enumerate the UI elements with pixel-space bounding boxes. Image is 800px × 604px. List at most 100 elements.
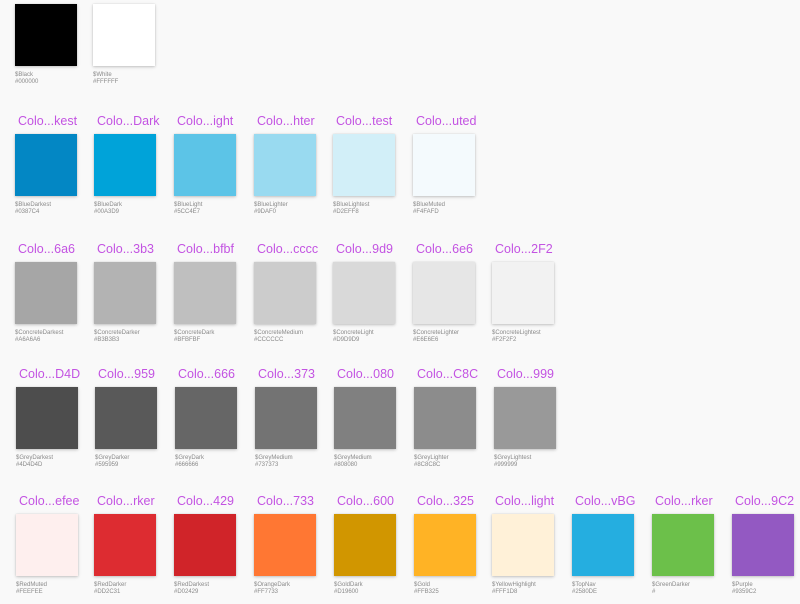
color-swatch-item[interactable]: Colo...Dark $BlueDark #00A3D9 <box>94 114 174 224</box>
color-swatch[interactable] <box>413 134 475 196</box>
frame-label[interactable]: Colo...bfbf <box>177 242 234 256</box>
color-swatch[interactable] <box>95 387 157 449</box>
color-swatch[interactable] <box>732 514 794 576</box>
frame-label[interactable]: Colo...666 <box>178 367 235 381</box>
color-swatch-item[interactable]: Colo...373 $GreyMedium #737373 <box>255 367 335 477</box>
frame-label[interactable]: Colo...hter <box>257 114 315 128</box>
frame-label[interactable]: Colo...2F2 <box>495 242 553 256</box>
frame-label[interactable]: Colo...3b3 <box>97 242 154 256</box>
color-swatch-item[interactable]: Colo...080 $GreyMedium #808080 <box>334 367 414 477</box>
swatch-hex-code: #737373 <box>255 462 279 468</box>
color-swatch[interactable] <box>174 262 236 324</box>
frame-label[interactable]: Colo...cccc <box>257 242 318 256</box>
color-swatch-item[interactable]: Colo...325 $Gold #FFB325 <box>414 494 494 604</box>
color-swatch[interactable] <box>94 262 156 324</box>
color-swatch[interactable] <box>94 514 156 576</box>
frame-label[interactable]: Colo...9C2 <box>735 494 794 508</box>
color-swatch-item[interactable]: Colo...rker $GreenDarker # <box>652 494 732 604</box>
color-swatch[interactable] <box>174 134 236 196</box>
frame-label[interactable]: Colo...Dark <box>97 114 160 128</box>
color-swatch[interactable] <box>174 514 236 576</box>
color-swatch[interactable] <box>15 4 77 66</box>
color-swatch-item[interactable]: Colo...bfbf $ConcreteDark #BFBFBF <box>174 242 254 352</box>
color-swatch[interactable] <box>413 262 475 324</box>
frame-label[interactable]: Colo...light <box>495 494 554 508</box>
frame-label[interactable]: Colo...959 <box>98 367 155 381</box>
frame-label[interactable]: Colo...733 <box>257 494 314 508</box>
color-swatch[interactable] <box>652 514 714 576</box>
color-swatch-item[interactable]: Colo...999 $GreyLightest #999999 <box>494 367 574 477</box>
color-swatch[interactable] <box>16 514 78 576</box>
color-swatch[interactable] <box>333 262 395 324</box>
color-swatch-item[interactable]: Colo...9C2 $Purple #9359C2 <box>732 494 800 604</box>
color-swatch[interactable] <box>93 4 155 66</box>
color-swatch-item[interactable]: Colo...429 $RedDarkest #D02429 <box>174 494 254 604</box>
color-swatch-item[interactable]: Colo...3b3 $ConcreteDarker #B3B3B3 <box>94 242 174 352</box>
frame-label[interactable]: Colo...080 <box>337 367 394 381</box>
color-swatch[interactable] <box>255 387 317 449</box>
color-swatch-item[interactable]: Colo...959 $GreyDarker #595959 <box>95 367 175 477</box>
color-swatch-item[interactable]: $White #FFFFFF <box>93 4 173 114</box>
color-swatch[interactable] <box>94 134 156 196</box>
color-swatch-item[interactable]: Colo...uted $BlueMuted #F4FAFD <box>413 114 493 224</box>
color-swatch-item[interactable]: Colo...D4D $GreyDarkest #4D4D4D <box>16 367 96 477</box>
color-swatch[interactable] <box>414 387 476 449</box>
color-swatch-item[interactable]: Colo...rker $RedDarker #DD2C31 <box>94 494 174 604</box>
frame-label[interactable]: Colo...rker <box>97 494 155 508</box>
frame-label[interactable]: Colo...ight <box>177 114 233 128</box>
color-swatch[interactable] <box>254 262 316 324</box>
swatch-variable-name: $White <box>93 72 112 78</box>
color-swatch[interactable] <box>15 134 77 196</box>
color-swatch[interactable] <box>492 262 554 324</box>
color-swatch[interactable] <box>414 514 476 576</box>
frame-label[interactable]: Colo...999 <box>497 367 554 381</box>
color-swatch[interactable] <box>334 514 396 576</box>
color-swatch[interactable] <box>492 514 554 576</box>
color-swatch[interactable] <box>16 387 78 449</box>
color-swatch[interactable] <box>334 387 396 449</box>
color-swatch-item[interactable]: Colo...efee $RedMuted #FEEFEE <box>16 494 96 604</box>
frame-label[interactable]: Colo...600 <box>337 494 394 508</box>
color-swatch[interactable] <box>254 134 316 196</box>
frame-label[interactable]: Colo...kest <box>18 114 77 128</box>
color-swatch[interactable] <box>572 514 634 576</box>
color-swatch-item[interactable]: Colo...cccc $ConcreteMedium #CCCCCC <box>254 242 334 352</box>
frame-label[interactable]: Colo...uted <box>416 114 476 128</box>
color-swatch-item[interactable]: Colo...hter $BlueLighter #9DAF0 <box>254 114 334 224</box>
swatch-hex-code: #666666 <box>175 462 199 468</box>
color-swatch-item[interactable]: Colo...2F2 $ConcreteLightest #F2F2F2 <box>492 242 572 352</box>
frame-label[interactable]: Colo...C8C <box>417 367 478 381</box>
frame-label[interactable]: Colo...9d9 <box>336 242 393 256</box>
color-swatch[interactable] <box>494 387 556 449</box>
color-swatch[interactable] <box>333 134 395 196</box>
frame-label[interactable]: Colo...6a6 <box>18 242 75 256</box>
frame-label[interactable]: Colo...D4D <box>19 367 80 381</box>
color-swatch-item[interactable]: Colo...666 $GreyDark #666666 <box>175 367 255 477</box>
color-swatch[interactable] <box>15 262 77 324</box>
frame-label[interactable]: Colo...429 <box>177 494 234 508</box>
frame-label[interactable]: Colo...325 <box>417 494 474 508</box>
frame-label[interactable]: Colo...test <box>336 114 392 128</box>
frame-label[interactable]: Colo...rker <box>655 494 713 508</box>
swatch-variable-name: $BlueLighter <box>254 202 288 208</box>
color-swatch-item[interactable]: Colo...C8C $GreyLighter #8C8C8C <box>414 367 494 477</box>
color-swatch-item[interactable]: $Black #000000 <box>15 4 95 114</box>
frame-label[interactable]: Colo...vBG <box>575 494 635 508</box>
color-swatch-item[interactable]: Colo...733 $OrangeDark #FF7733 <box>254 494 334 604</box>
swatch-variable-name: $ConcreteLighter <box>413 330 460 336</box>
color-swatch-item[interactable]: Colo...vBG $TopNav #2580DE <box>572 494 652 604</box>
color-swatch-item[interactable]: Colo...light $YellowHighlight #FFF1D8 <box>492 494 572 604</box>
color-swatch-item[interactable]: Colo...6e6 $ConcreteLighter #E6E6E6 <box>413 242 493 352</box>
color-swatch-item[interactable]: Colo...kest $BlueDarkest #0387C4 <box>15 114 95 224</box>
color-swatch[interactable] <box>175 387 237 449</box>
color-swatch-item[interactable]: Colo...600 $GoldDark #D19600 <box>334 494 414 604</box>
frame-label[interactable]: Colo...6e6 <box>416 242 473 256</box>
color-swatch-item[interactable]: Colo...ight $BlueLight #5CC4E7 <box>174 114 254 224</box>
color-swatch-item[interactable]: Colo...test $BlueLightest #D2EFF8 <box>333 114 413 224</box>
swatch-hex-code: #D02429 <box>174 589 199 595</box>
color-swatch[interactable] <box>254 514 316 576</box>
color-swatch-item[interactable]: Colo...9d9 $ConcreteLight #D9D9D9 <box>333 242 413 352</box>
frame-label[interactable]: Colo...373 <box>258 367 315 381</box>
color-swatch-item[interactable]: Colo...6a6 $ConcreteDarkest #A6A6A6 <box>15 242 95 352</box>
frame-label[interactable]: Colo...efee <box>19 494 79 508</box>
